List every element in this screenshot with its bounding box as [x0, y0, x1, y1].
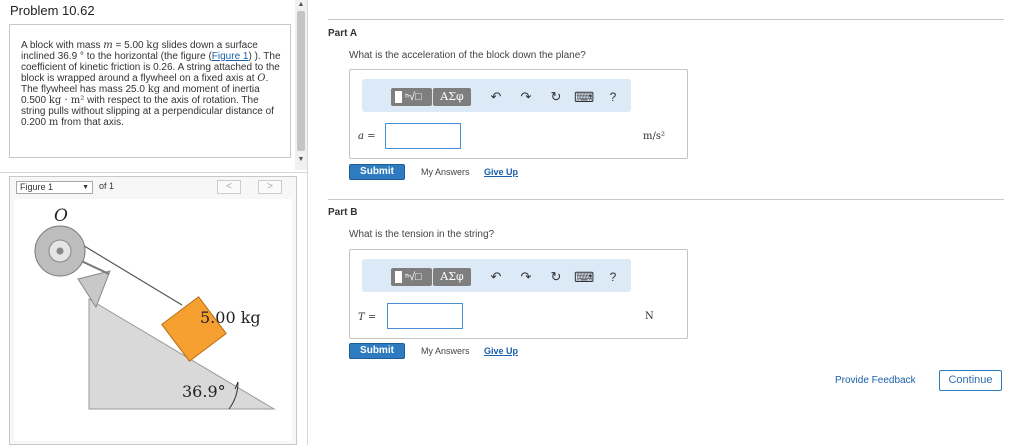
square-template-icon — [395, 91, 402, 103]
templates-button[interactable]: ⁿ√□ — [391, 88, 432, 106]
greek-symbols-button[interactable]: ΑΣφ — [433, 88, 471, 106]
figure-count: of 1 — [99, 181, 115, 191]
scroll-up-arrow-icon[interactable]: ▲ — [295, 0, 307, 10]
part-a-submit-button[interactable]: Submit — [349, 164, 405, 180]
unit-kg: kg — [147, 84, 161, 95]
problem-statement: A block with mass m = 5.00 kg slides dow… — [21, 40, 283, 128]
part-b-submit-button[interactable]: Submit — [349, 343, 405, 359]
part-divider — [328, 19, 1004, 20]
figure-panel: Figure 1 ▼ of 1 < > O 5.00 kg 36.9° — [9, 176, 297, 445]
acceleration-input[interactable] — [385, 123, 461, 149]
pane-divider — [0, 172, 308, 173]
math-toolbar: ⁿ√□ ΑΣφ ↶ ↷ ↻ ⌨ ? — [362, 79, 631, 112]
undo-icon[interactable]: ↶ — [488, 268, 504, 286]
statement-text: from that axis. — [58, 117, 124, 128]
reset-icon[interactable]: ↻ — [548, 268, 564, 286]
part-a-give-up-link[interactable]: Give Up — [484, 167, 518, 177]
provide-feedback-link[interactable]: Provide Feedback — [835, 375, 916, 386]
problem-statement-box: A block with mass m = 5.00 kg slides dow… — [9, 24, 291, 158]
reset-icon[interactable]: ↻ — [548, 88, 564, 106]
part-b-answer-box: ⁿ√□ ΑΣφ ↶ ↷ ↻ ⌨ ? T = N — [349, 249, 688, 339]
mass-label: 5.00 kg — [200, 308, 261, 327]
flywheel-bracket — [77, 270, 111, 309]
part-divider — [328, 199, 1004, 200]
part-a-answer-box: ⁿ√□ ΑΣφ ↶ ↷ ↻ ⌨ ? a = m/s² — [349, 69, 688, 159]
scroll-thumb[interactable] — [297, 11, 305, 151]
square-template-icon — [395, 271, 402, 283]
part-a-my-answers[interactable]: My Answers — [421, 167, 470, 177]
statement-text: = 5.00 — [112, 40, 147, 51]
figure-select[interactable]: Figure 1 ▼ — [16, 181, 93, 194]
part-b-section: Part B What is the tension in the string… — [328, 199, 1004, 369]
problem-scrollbar[interactable]: ▲ ▼ — [295, 0, 307, 170]
mass-variable: m — [103, 40, 113, 51]
caret-down-icon: ▼ — [82, 184, 89, 191]
redo-icon[interactable]: ↷ — [518, 88, 534, 106]
figure-select-value: Figure 1 — [20, 182, 54, 192]
column-divider — [307, 0, 308, 445]
part-b-give-up-link[interactable]: Give Up — [484, 346, 518, 356]
sqrt-icon: ⁿ√□ — [405, 271, 422, 283]
statement-text: A block with mass — [21, 40, 104, 51]
part-b-my-answers[interactable]: My Answers — [421, 346, 470, 356]
scroll-down-arrow-icon[interactable]: ▼ — [295, 155, 307, 165]
math-toolbar: ⁿ√□ ΑΣφ ↶ ↷ ↻ ⌨ ? — [362, 259, 631, 292]
figure-toolbar: Figure 1 ▼ of 1 < > — [10, 177, 296, 197]
part-b-label: Part B — [328, 207, 358, 218]
figure-link[interactable]: Figure 1 — [212, 51, 249, 62]
templates-button[interactable]: ⁿ√□ — [391, 268, 432, 286]
tension-input[interactable] — [387, 303, 463, 329]
prev-figure-button[interactable]: < — [217, 180, 241, 194]
var-a-label: a = — [358, 131, 376, 142]
unit-m: m — [48, 117, 59, 128]
keyboard-icon[interactable]: ⌨ — [574, 268, 594, 286]
unit-acceleration: m/s² — [643, 131, 665, 142]
var-t-label: T = — [358, 312, 377, 323]
problem-pane: Problem 10.62 A block with mass m = 5.00… — [0, 0, 308, 445]
unit-newton: N — [645, 311, 654, 322]
unit-kg: kg — [146, 40, 159, 51]
keyboard-icon[interactable]: ⌨ — [574, 88, 594, 106]
problem-title: Problem 10.62 — [10, 3, 95, 18]
continue-button[interactable]: Continue — [939, 370, 1002, 391]
part-b-question: What is the tension in the string? — [349, 229, 495, 240]
unit-inertia: kg · m² — [48, 95, 85, 106]
sqrt-icon: ⁿ√□ — [405, 91, 422, 103]
axis-label-o: O — [54, 206, 68, 226]
redo-icon[interactable]: ↷ — [518, 268, 534, 286]
undo-icon[interactable]: ↶ — [488, 88, 504, 106]
flywheel-axle — [56, 247, 64, 255]
next-figure-button[interactable]: > — [258, 180, 282, 194]
angle-label: 36.9° — [182, 382, 226, 401]
incline-flywheel-diagram: O 5.00 kg 36.9° — [34, 206, 276, 410]
part-a-section: Part A What is the acceleration of the b… — [328, 19, 1004, 189]
part-a-question: What is the acceleration of the block do… — [349, 50, 586, 61]
help-icon[interactable]: ? — [606, 88, 620, 106]
help-icon[interactable]: ? — [606, 268, 620, 286]
greek-symbols-button[interactable]: ΑΣφ — [433, 268, 471, 286]
figure-canvas: O 5.00 kg 36.9° — [14, 199, 292, 441]
part-a-label: Part A — [328, 28, 358, 39]
